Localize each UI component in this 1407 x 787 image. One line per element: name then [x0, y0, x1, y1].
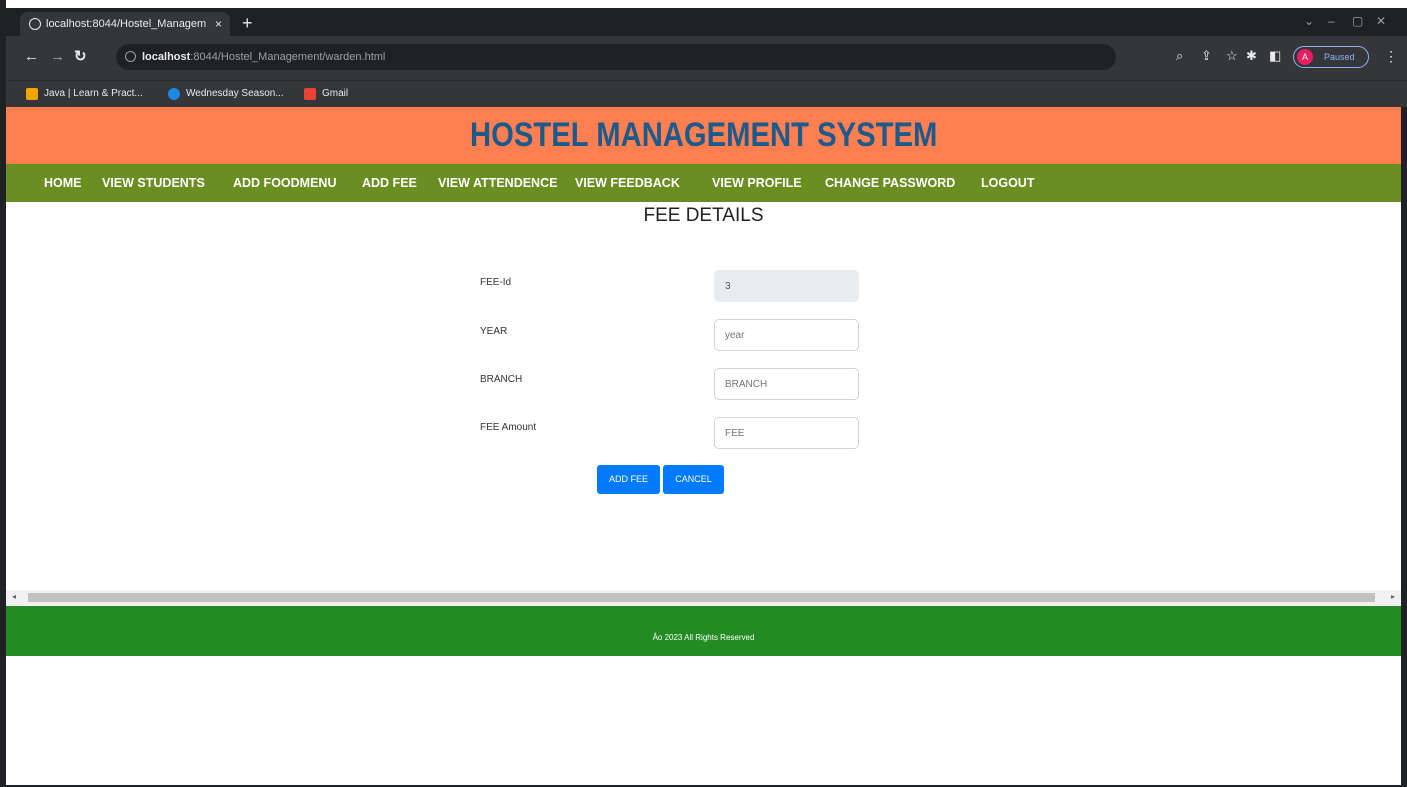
nav-add-foodmenu[interactable]: ADD FOODMENU	[233, 164, 336, 202]
site-header: HOSTEL MANAGEMENT SYSTEM	[6, 107, 1401, 164]
new-tab-button[interactable]: +	[242, 13, 253, 34]
extensions-icon[interactable]: ✱	[1246, 49, 1257, 62]
back-icon[interactable]: ←	[24, 49, 39, 64]
nav-view-students[interactable]: VIEW STUDENTS	[102, 164, 205, 202]
bookmarks-bar: Java | Learn & Pract... Wednesday Season…	[6, 80, 1407, 107]
site-info-icon[interactable]	[125, 51, 136, 62]
section-title: FEE DETAILS	[643, 205, 764, 226]
nav-view-profile[interactable]: VIEW PROFILE	[712, 164, 802, 202]
nav-add-fee[interactable]: ADD FEE	[362, 164, 417, 202]
branch-label: BRANCH	[480, 374, 523, 385]
forward-icon[interactable]: →	[50, 49, 65, 64]
side-panel-icon[interactable]: ◧	[1269, 49, 1281, 62]
add-fee-button[interactable]: ADD FEE	[597, 465, 660, 494]
menu-icon[interactable]: ⋮	[1384, 48, 1398, 65]
fee-amount-label: FEE Amount	[480, 422, 537, 433]
site-footer: Âo 2023 All Rights Reserved	[6, 606, 1401, 656]
bookmark-label: Gmail	[322, 88, 349, 99]
year-field[interactable]	[714, 319, 859, 351]
tab-title: localhost:8044/Hostel_Managem	[46, 18, 207, 30]
copyright-text: Âo 2023 All Rights Reserved	[652, 633, 755, 642]
scroll-right-icon[interactable]: ▸	[1391, 592, 1395, 601]
tab-search-icon[interactable]: ⌄	[1304, 14, 1314, 28]
share-icon[interactable]: ⇪	[1201, 49, 1212, 62]
year-label: YEAR	[480, 326, 508, 337]
branch-field[interactable]	[714, 368, 859, 400]
nav-view-feedback[interactable]: VIEW FEEDBACK	[575, 164, 680, 202]
play-icon	[168, 88, 180, 100]
bookmark-gmail[interactable]: Gmail	[304, 86, 348, 102]
fee-id-field[interactable]	[714, 270, 859, 302]
bookmark-label: Wednesday Season...	[186, 88, 284, 99]
profile-status: Paused	[1324, 52, 1355, 62]
scrollbar-thumb[interactable]	[28, 593, 1375, 602]
bookmark-java[interactable]: Java | Learn & Pract...	[26, 86, 143, 102]
bookmark-label: Java | Learn & Pract...	[44, 88, 143, 99]
zoom-icon[interactable]: ⌕	[1176, 49, 1183, 62]
avatar: A	[1297, 49, 1313, 65]
browser-toolbar: ← → ↻ localhost:8044/Hostel_Management/w…	[6, 36, 1407, 80]
java-site-icon	[26, 88, 38, 100]
url-host: localhost	[142, 51, 191, 63]
scroll-left-icon[interactable]: ◂	[12, 592, 16, 601]
fee-id-label: FEE-Id	[480, 277, 512, 288]
address-bar[interactable]: localhost:8044/Hostel_Management/warden.…	[116, 44, 1116, 70]
nav-view-attendence[interactable]: VIEW ATTENDENCE	[438, 164, 557, 202]
horizontal-scrollbar[interactable]: ◂ ▸	[6, 590, 1401, 605]
profile-button[interactable]: A Paused	[1293, 46, 1369, 68]
bookmark-wednesday[interactable]: Wednesday Season...	[168, 86, 284, 102]
browser-tab[interactable]: localhost:8044/Hostel_Managem ×	[20, 12, 230, 36]
page-title: HOSTEL MANAGEMENT SYSTEM	[469, 116, 938, 154]
fee-amount-field[interactable]	[714, 417, 859, 449]
nav-logout[interactable]: LOGOUT	[981, 164, 1034, 202]
url-path: :8044/Hostel_Management/warden.html	[190, 51, 386, 63]
tab-strip: localhost:8044/Hostel_Managem × + ⌄ – ▢ …	[6, 0, 1407, 36]
cancel-button[interactable]: CANCEL	[663, 465, 724, 494]
close-tab-icon[interactable]: ×	[215, 12, 222, 36]
reload-icon[interactable]: ↻	[74, 49, 87, 64]
maximize-icon[interactable]: ▢	[1352, 14, 1363, 28]
nav-change-password[interactable]: CHANGE PASSWORD	[825, 164, 955, 202]
close-window-icon[interactable]: ✕	[1376, 14, 1386, 28]
main-nav: HOME VIEW STUDENTS ADD FOODMENU ADD FEE …	[6, 164, 1401, 202]
gmail-icon	[304, 88, 316, 100]
nav-home[interactable]: HOME	[44, 164, 82, 202]
bookmark-star-icon[interactable]: ☆	[1226, 49, 1238, 62]
globe-icon	[29, 18, 41, 30]
minimize-icon[interactable]: –	[1328, 14, 1335, 28]
